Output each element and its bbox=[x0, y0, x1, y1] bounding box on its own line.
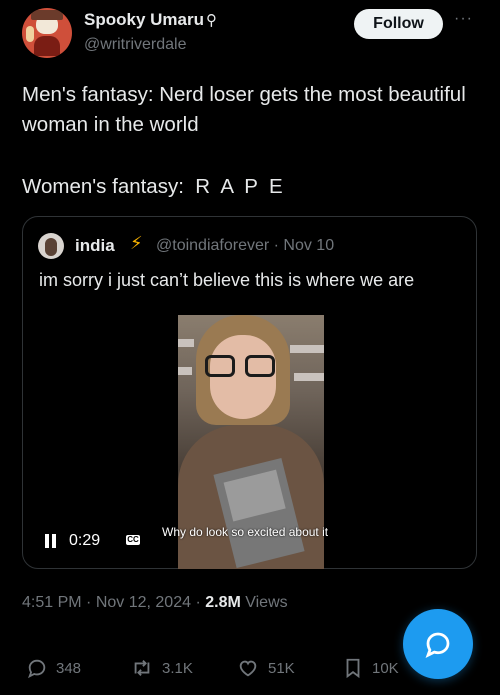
quote-text: im sorry i just can’t believe this is wh… bbox=[39, 270, 415, 290]
store-shelf bbox=[290, 345, 324, 353]
tweet-meta: 4:51 PM · Nov 12, 2024 · 2.8M Views bbox=[22, 594, 288, 612]
video-person-face bbox=[210, 335, 276, 419]
pause-icon[interactable] bbox=[45, 534, 59, 548]
author-avatar[interactable] bbox=[22, 8, 72, 58]
heart-icon bbox=[239, 660, 257, 677]
tweet-line-2: Women's fantasy: R A P E bbox=[22, 175, 283, 198]
store-shelf bbox=[294, 373, 324, 381]
repost-button[interactable]: 3.1K bbox=[130, 650, 193, 686]
store-shelf bbox=[178, 339, 194, 347]
bookmark-icon bbox=[346, 658, 360, 679]
repost-count: 3.1K bbox=[162, 659, 193, 677]
lightning-icon: ⚡ bbox=[130, 233, 143, 253]
captions-icon[interactable]: CC bbox=[126, 535, 140, 545]
quote-handle-date: @toindiaforever · Nov 10 bbox=[156, 237, 335, 254]
tweet-text: Men's fantasy: Nerd loser gets the most … bbox=[22, 80, 482, 202]
video-person-glasses bbox=[205, 355, 281, 377]
like-button[interactable]: 51K bbox=[236, 650, 295, 686]
chat-bubble-icon bbox=[425, 632, 450, 659]
video-caption: Why do look so excited about it bbox=[162, 525, 329, 539]
name-glyph: ⚲ bbox=[205, 12, 217, 29]
views-label: Views bbox=[240, 594, 288, 611]
author-name[interactable]: Spooky Umaru ⚲ bbox=[84, 10, 217, 30]
video-time: 0:29 bbox=[69, 532, 101, 549]
bookmark-count: 10K bbox=[372, 659, 399, 677]
reply-count: 348 bbox=[56, 659, 82, 677]
avatar-body bbox=[34, 36, 60, 56]
like-count: 51K bbox=[268, 659, 295, 677]
quote-author-name[interactable]: india bbox=[75, 236, 115, 256]
reply-button[interactable]: 348 bbox=[26, 650, 81, 686]
tweet-date[interactable]: · Nov 12, 2024 · bbox=[82, 594, 206, 611]
views-count: 2.8M bbox=[205, 594, 241, 611]
author-handle[interactable]: @writriverdale bbox=[84, 36, 186, 54]
repost-icon bbox=[134, 660, 150, 676]
avatar-hand bbox=[26, 26, 34, 42]
bookmark-button[interactable]: 10K bbox=[342, 650, 399, 686]
compose-reply-button[interactable] bbox=[403, 609, 473, 679]
follow-button[interactable]: Follow bbox=[354, 9, 443, 39]
avatar-hat bbox=[31, 10, 63, 20]
quote-avatar[interactable] bbox=[38, 233, 64, 259]
quoted-tweet[interactable]: india ⚡ @toindiaforever · Nov 10 im sorr… bbox=[22, 216, 477, 569]
reply-icon bbox=[28, 659, 46, 679]
tweet-line-1: Men's fantasy: Nerd loser gets the most … bbox=[22, 83, 466, 136]
more-options-icon[interactable]: ··· bbox=[454, 10, 473, 28]
tweet-time[interactable]: 4:51 PM bbox=[22, 594, 82, 611]
store-shelf bbox=[178, 367, 192, 375]
